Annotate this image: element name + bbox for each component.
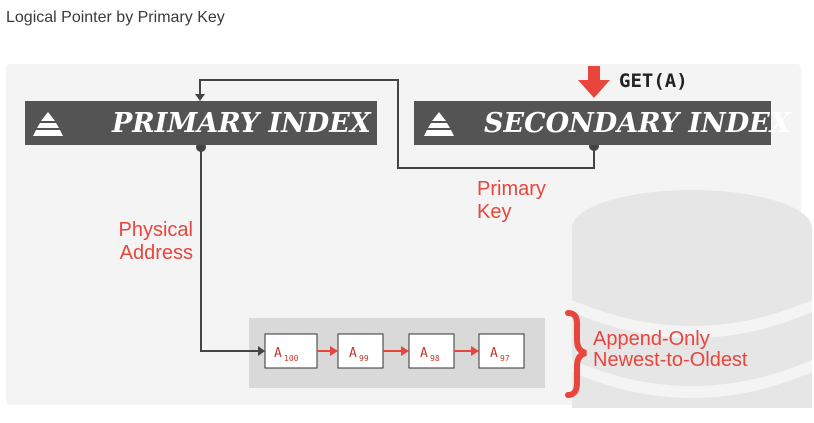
get-query-label: GET(A) [619,70,688,92]
physical-address-label-line2: Address [120,242,193,264]
version-node-subscript: 99 [359,354,369,363]
append-only-label-line2: Newest-to-Oldest [593,349,748,371]
primary-key-label-line1: Primary [477,178,546,200]
version-node-label: A [274,346,282,361]
version-node-subscript: 100 [284,354,299,363]
secondary-index-label: SECONDARY INDEX [484,108,792,139]
primary-index-box: PRIMARY INDEX [25,101,377,145]
primary-index-label: PRIMARY INDEX [111,108,372,139]
physical-address-label-line1: Physical [119,219,193,241]
secondary-index-box: SECONDARY INDEX [414,101,792,145]
version-node-label: A [420,346,428,361]
version-node-label: A [490,346,498,361]
version-node-label: A [349,346,357,361]
database-watermark-icon [572,190,812,408]
primary-key-label-line2: Key [477,201,511,223]
append-only-label-line1: Append-Only [593,328,710,350]
diagram-canvas: PRIMARY INDEX SECONDARY INDEX GET(A) Pri… [6,64,812,408]
version-node-subscript: 98 [430,354,440,363]
version-node-subscript: 97 [500,354,510,363]
